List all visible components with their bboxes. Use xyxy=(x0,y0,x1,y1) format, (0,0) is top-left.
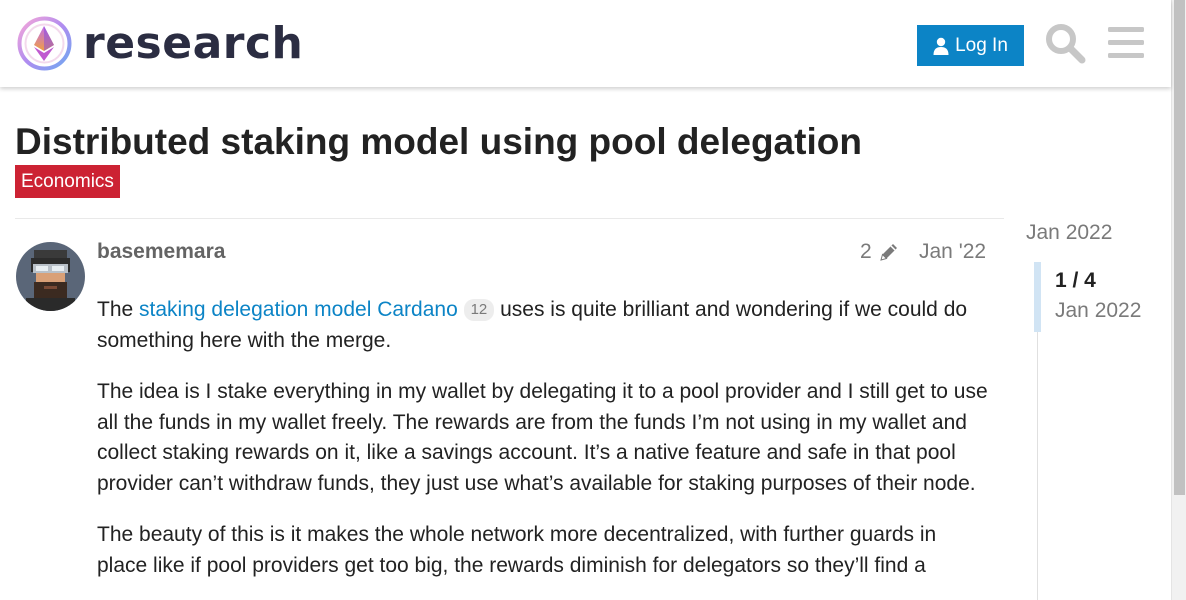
search-icon[interactable] xyxy=(1044,22,1086,64)
cardano-link[interactable]: staking delegation model Cardano xyxy=(139,298,458,321)
page-scrollbar[interactable] xyxy=(1171,0,1186,600)
edit-history[interactable]: 2 xyxy=(860,239,900,265)
post-paragraph: The staking delegation model Cardano 12 … xyxy=(97,295,992,356)
scrollbar-thumb[interactable] xyxy=(1174,0,1185,495)
timeline-current-date: Jan 2022 xyxy=(1055,299,1142,322)
post-paragraph: The beauty of this is it makes the whole… xyxy=(97,523,937,577)
post-body: The staking delegation model Cardano 12 … xyxy=(97,295,992,600)
post-date[interactable]: Jan '22 xyxy=(919,239,986,265)
site-logo-icon xyxy=(17,16,72,71)
post-username[interactable]: basememara xyxy=(97,239,225,265)
topic-title[interactable]: Distributed staking model using pool del… xyxy=(15,120,862,164)
login-button[interactable]: Log In xyxy=(917,25,1024,66)
site-name: research xyxy=(83,18,304,69)
site-header: research Log In xyxy=(0,0,1171,87)
timeline-progress: 1 / 4 xyxy=(1055,269,1096,292)
timeline-scroll-handle[interactable] xyxy=(1034,262,1041,332)
pencil-icon xyxy=(879,244,897,261)
avatar-image xyxy=(16,242,85,311)
paragraph-text: The xyxy=(97,298,140,321)
title-divider xyxy=(15,218,1004,219)
post-paragraph: The idea is I stake everything in my wal… xyxy=(97,380,988,495)
site-logo[interactable]: research xyxy=(16,15,303,72)
category-badge[interactable]: Economics xyxy=(15,165,120,198)
timeline-start-date[interactable]: Jan 2022 xyxy=(1026,220,1112,246)
edit-count: 2 xyxy=(860,240,872,263)
avatar[interactable] xyxy=(16,242,85,311)
hamburger-menu-icon[interactable] xyxy=(1106,22,1148,64)
user-icon xyxy=(933,37,949,55)
link-click-count: 12 xyxy=(463,299,495,321)
login-label: Log In xyxy=(955,34,1008,56)
